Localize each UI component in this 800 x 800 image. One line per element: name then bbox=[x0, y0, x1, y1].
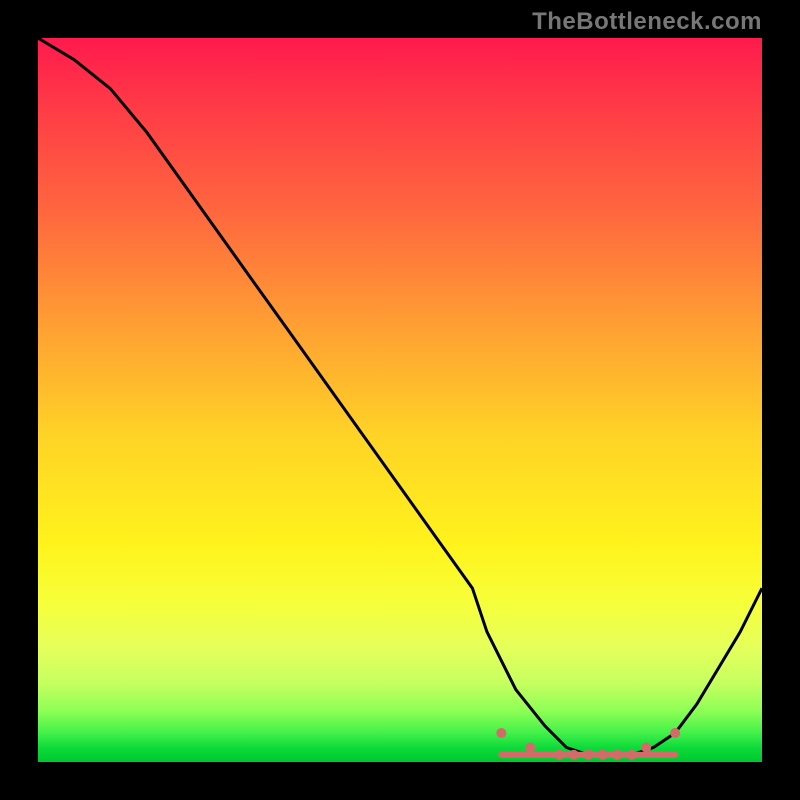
marker-dot bbox=[554, 750, 564, 760]
marker-dot bbox=[525, 743, 535, 753]
plot-area bbox=[38, 38, 762, 762]
marker-dot bbox=[641, 743, 651, 753]
marker-dot bbox=[569, 750, 579, 760]
marker-dot bbox=[583, 750, 593, 760]
chart-svg bbox=[38, 38, 762, 762]
marker-dot bbox=[598, 750, 608, 760]
marker-dot bbox=[627, 750, 637, 760]
marker-dot bbox=[496, 728, 506, 738]
attribution-text: TheBottleneck.com bbox=[532, 8, 762, 36]
marker-dot bbox=[670, 728, 680, 738]
bottleneck-curve bbox=[38, 38, 762, 755]
marker-dot bbox=[612, 750, 622, 760]
chart-frame: TheBottleneck.com bbox=[0, 0, 800, 800]
